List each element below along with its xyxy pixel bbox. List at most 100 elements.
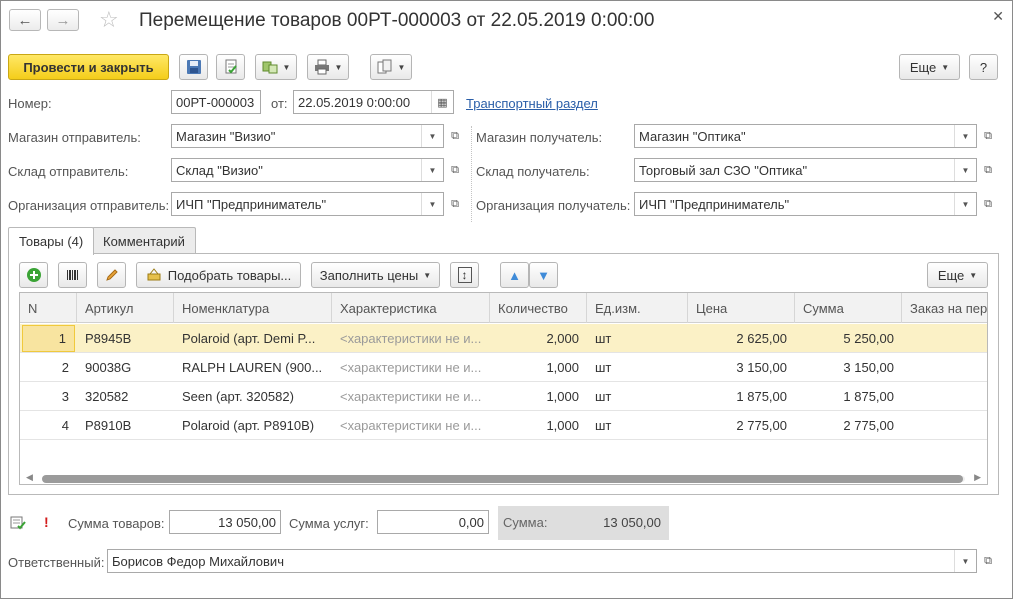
goods-sum-field[interactable]: 13 050,00 [169,510,281,534]
calendar-icon[interactable]: ▦ [431,91,453,113]
cell-order[interactable] [902,324,987,353]
store-to-field[interactable]: Магазин "Оптика" ▼ [634,124,977,148]
post-button[interactable] [216,54,245,80]
cell-sum[interactable]: 5 250,00 [795,324,902,353]
column-header-sum[interactable]: Сумма [795,293,902,323]
warning-icon[interactable]: ! [44,514,49,530]
cell-price[interactable]: 1 875,00 [688,382,795,411]
cell-n[interactable]: 4 [20,411,77,440]
cell-qty[interactable]: 1,000 [490,382,587,411]
org-to-field[interactable]: ИЧП "Предприниматель" ▼ [634,192,977,216]
cell-characteristic[interactable]: <характеристики не и... [332,324,490,353]
open-org-from-icon[interactable]: ⧉ [445,192,465,216]
open-warehouse-from-icon[interactable]: ⧉ [445,158,465,182]
chevron-down-icon[interactable]: ▼ [421,193,443,215]
cell-n[interactable]: 3 [20,382,77,411]
table-row[interactable]: 1 P8945B Polaroid (арт. Demi P... <харак… [20,324,987,353]
cell-characteristic[interactable]: <характеристики не и... [332,411,490,440]
responsible-field[interactable]: Борисов Федор Михайлович ▼ [107,549,977,573]
column-header-order[interactable]: Заказ на пер [902,293,987,323]
horizontal-scrollbar[interactable]: ◀ ▶ [20,471,987,484]
scroll-left-icon[interactable]: ◀ [26,472,33,483]
cell-sum[interactable]: 2 775,00 [795,411,902,440]
cell-price[interactable]: 2 625,00 [688,324,795,353]
cell-sum[interactable]: 3 150,00 [795,353,902,382]
chevron-down-icon[interactable]: ▼ [954,193,976,215]
date-field[interactable]: 22.05.2019 0:00:00 ▦ [293,90,454,114]
cell-n[interactable]: 1 [22,325,75,352]
tab-comment[interactable]: Комментарий [92,227,196,254]
cell-characteristic[interactable]: <характеристики не и... [332,353,490,382]
cell-n[interactable]: 2 [20,353,77,382]
column-header-item[interactable]: Номенклатура [174,293,332,323]
star-icon[interactable]: ☆ [99,7,119,33]
sort-button[interactable]: ↕ [450,262,479,288]
cell-sum[interactable]: 1 875,00 [795,382,902,411]
services-sum-field[interactable]: 0,00 [377,510,489,534]
cell-item[interactable]: Polaroid (арт. Demi P... [174,324,332,353]
warehouse-from-field[interactable]: Склад "Визио" ▼ [171,158,444,182]
pick-goods-button[interactable]: Подобрать товары... [136,262,301,288]
chevron-down-icon[interactable]: ▼ [421,159,443,181]
org-from-field[interactable]: ИЧП "Предприниматель" ▼ [171,192,444,216]
add-row-button[interactable] [19,262,48,288]
cell-unit[interactable]: шт [587,382,688,411]
column-header-characteristic[interactable]: Характеристика [332,293,490,323]
scroll-right-icon[interactable]: ▶ [974,472,981,483]
barcode-button[interactable] [58,262,87,288]
open-store-to-icon[interactable]: ⧉ [978,124,998,148]
save-button[interactable] [179,54,208,80]
cell-qty[interactable]: 1,000 [490,411,587,440]
print-button[interactable]: ▼ [307,54,349,80]
cell-price[interactable]: 2 775,00 [688,411,795,440]
store-from-field[interactable]: Магазин "Визио" ▼ [171,124,444,148]
transport-section-link[interactable]: Транспортный раздел [466,96,598,111]
close-icon[interactable]: ✕ [992,8,1004,25]
scroll-thumb[interactable] [42,475,963,483]
open-responsible-icon[interactable]: ⧉ [978,549,998,573]
cell-qty[interactable]: 1,000 [490,353,587,382]
tab-goods[interactable]: Товары (4) [8,227,95,255]
cell-item[interactable]: Polaroid (арт. P8910B) [174,411,332,440]
open-store-from-icon[interactable]: ⧉ [445,124,465,148]
open-warehouse-to-icon[interactable]: ⧉ [978,158,998,182]
back-button[interactable]: ← [9,9,41,31]
cell-order[interactable] [902,411,987,440]
related-documents-button[interactable]: ▼ [370,54,412,80]
column-header-article[interactable]: Артикул [77,293,174,323]
chevron-down-icon[interactable]: ▼ [954,125,976,147]
post-and-close-button[interactable]: Провести и закрыть [8,54,169,80]
status-icon[interactable] [10,516,26,533]
cell-article[interactable]: P8910B [77,411,174,440]
column-header-n[interactable]: N [20,293,77,323]
forward-button[interactable]: → [47,9,79,31]
move-up-button[interactable]: ▲ [500,262,529,288]
chevron-down-icon[interactable]: ▼ [421,125,443,147]
cell-characteristic[interactable]: <характеристики не и... [332,382,490,411]
edit-button[interactable] [97,262,126,288]
help-button[interactable]: ? [969,54,998,80]
cell-article[interactable]: P8945B [77,324,174,353]
cell-qty[interactable]: 2,000 [490,324,587,353]
table-row[interactable]: 3 320582 Seen (арт. 320582) <характерист… [20,382,987,411]
cell-price[interactable]: 3 150,00 [688,353,795,382]
cell-item[interactable]: RALPH LAUREN (900... [174,353,332,382]
chevron-down-icon[interactable]: ▼ [954,159,976,181]
more-button[interactable]: Еще ▼ [899,54,960,80]
cell-unit[interactable]: шт [587,353,688,382]
create-based-on-button[interactable]: ▼ [255,54,297,80]
cell-item[interactable]: Seen (арт. 320582) [174,382,332,411]
fill-prices-button[interactable]: Заполнить цены ▼ [311,262,440,288]
column-header-qty[interactable]: Количество [490,293,587,323]
move-down-button[interactable]: ▼ [529,262,558,288]
goods-more-button[interactable]: Еще ▼ [927,262,988,288]
cell-unit[interactable]: шт [587,411,688,440]
cell-order[interactable] [902,353,987,382]
cell-unit[interactable]: шт [587,324,688,353]
warehouse-to-field[interactable]: Торговый зал СЗО "Оптика" ▼ [634,158,977,182]
chevron-down-icon[interactable]: ▼ [954,550,976,572]
table-row[interactable]: 2 90038G RALPH LAUREN (900... <характери… [20,353,987,382]
column-header-unit[interactable]: Ед.изм. [587,293,688,323]
open-org-to-icon[interactable]: ⧉ [978,192,998,216]
number-field[interactable]: 00РТ-000003 [171,90,261,114]
